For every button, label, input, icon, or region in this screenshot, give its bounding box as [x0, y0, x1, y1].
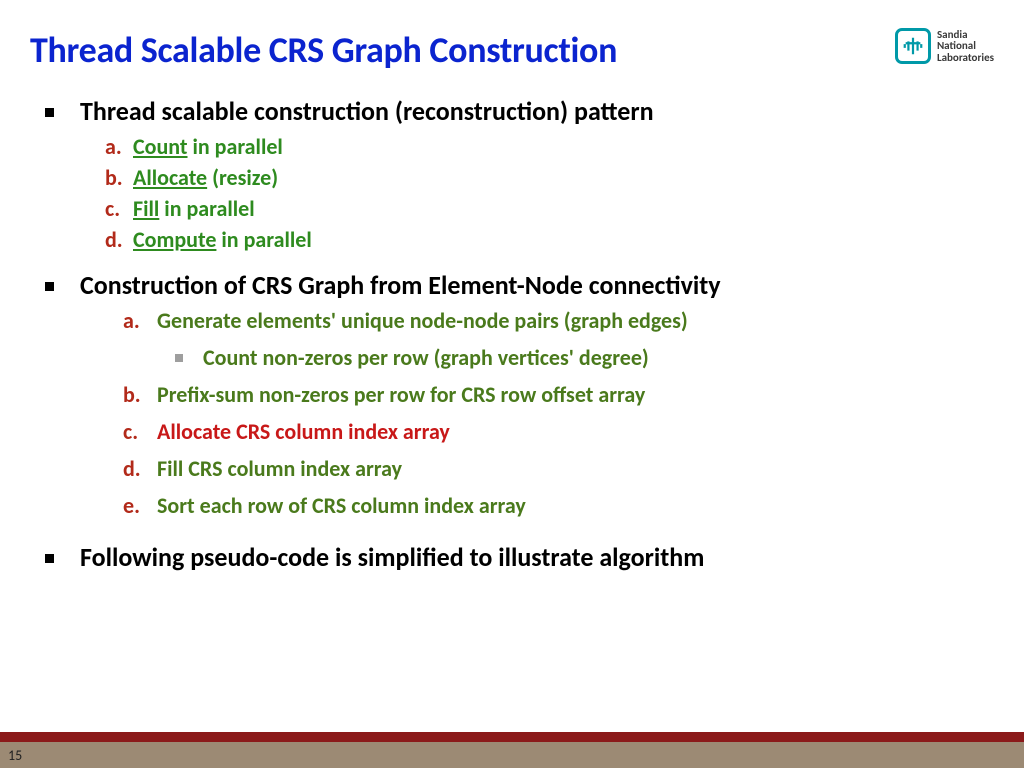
pattern-d: d. Compute in parallel [105, 226, 984, 253]
bullet-3: Following pseudo-code is simplified to i… [45, 541, 984, 573]
step-d: d. Fill CRS column index array [123, 455, 984, 482]
content: Thread scalable construction (reconstruc… [45, 95, 984, 579]
letter-b: b. [105, 164, 133, 191]
letter-b: b. [123, 381, 157, 408]
step-c-text: Allocate CRS column index array [157, 418, 450, 445]
pattern-d-rest: in parallel [216, 226, 311, 253]
step-c: c. Allocate CRS column index array [123, 418, 984, 445]
letter-a: a. [105, 133, 133, 160]
pattern-a-key: Count [133, 133, 188, 160]
logo-text: Sandia National Laboratories [937, 29, 994, 64]
thunderbird-icon [895, 28, 931, 64]
pattern-a-rest: in parallel [188, 133, 283, 160]
pattern-b: b. Allocate (resize) [105, 164, 984, 191]
letter-c: c. [123, 418, 157, 445]
slide-title: Thread Scalable CRS Graph Construction [30, 28, 617, 72]
square-bullet-icon [175, 354, 183, 362]
bullet-1: Thread scalable construction (reconstruc… [45, 95, 984, 127]
pattern-b-rest: (resize) [207, 164, 278, 191]
step-a: a. Generate elements' unique node-node p… [123, 307, 984, 334]
step-a-sub: Count non-zeros per row (graph vertices'… [175, 344, 984, 371]
pattern-d-key: Compute [133, 226, 216, 253]
step-e: e. Sort each row of CRS column index arr… [123, 492, 984, 519]
page-number: 15 [8, 747, 22, 764]
step-b-text: Prefix-sum non-zeros per row for CRS row… [157, 381, 645, 408]
bullet-2-text: Construction of CRS Graph from Element-N… [80, 269, 721, 301]
pattern-a: a. Count in parallel [105, 133, 984, 160]
step-e-text: Sort each row of CRS column index array [157, 492, 526, 519]
step-b: b. Prefix-sum non-zeros per row for CRS … [123, 381, 984, 408]
footer-bar-tan: 15 [0, 742, 1024, 768]
bullet-2: Construction of CRS Graph from Element-N… [45, 269, 984, 301]
step-d-text: Fill CRS column index array [157, 455, 402, 482]
letter-d: d. [105, 226, 133, 253]
footer-bar-red [0, 732, 1024, 742]
bullet-1-text: Thread scalable construction (reconstruc… [80, 95, 654, 127]
title-row: Thread Scalable CRS Graph Construction S… [30, 28, 994, 72]
logo-line3: Laboratories [937, 52, 994, 64]
pattern-c: c. Fill in parallel [105, 195, 984, 222]
square-bullet-icon [45, 282, 54, 291]
pattern-b-key: Allocate [133, 164, 207, 191]
bullet-3-text: Following pseudo-code is simplified to i… [80, 541, 704, 573]
square-bullet-icon [45, 554, 54, 563]
sandia-logo: Sandia National Laboratories [895, 28, 994, 64]
letter-d: d. [123, 455, 157, 482]
step-a-sub-text: Count non-zeros per row (graph vertices'… [203, 344, 649, 371]
letter-c: c. [105, 195, 133, 222]
pattern-c-rest: in parallel [159, 195, 254, 222]
square-bullet-icon [45, 108, 54, 117]
letter-a: a. [123, 307, 157, 334]
step-a-text: Generate elements' unique node-node pair… [157, 307, 688, 334]
pattern-c-key: Fill [133, 195, 159, 222]
letter-e: e. [123, 492, 157, 519]
slide: Thread Scalable CRS Graph Construction S… [0, 0, 1024, 768]
